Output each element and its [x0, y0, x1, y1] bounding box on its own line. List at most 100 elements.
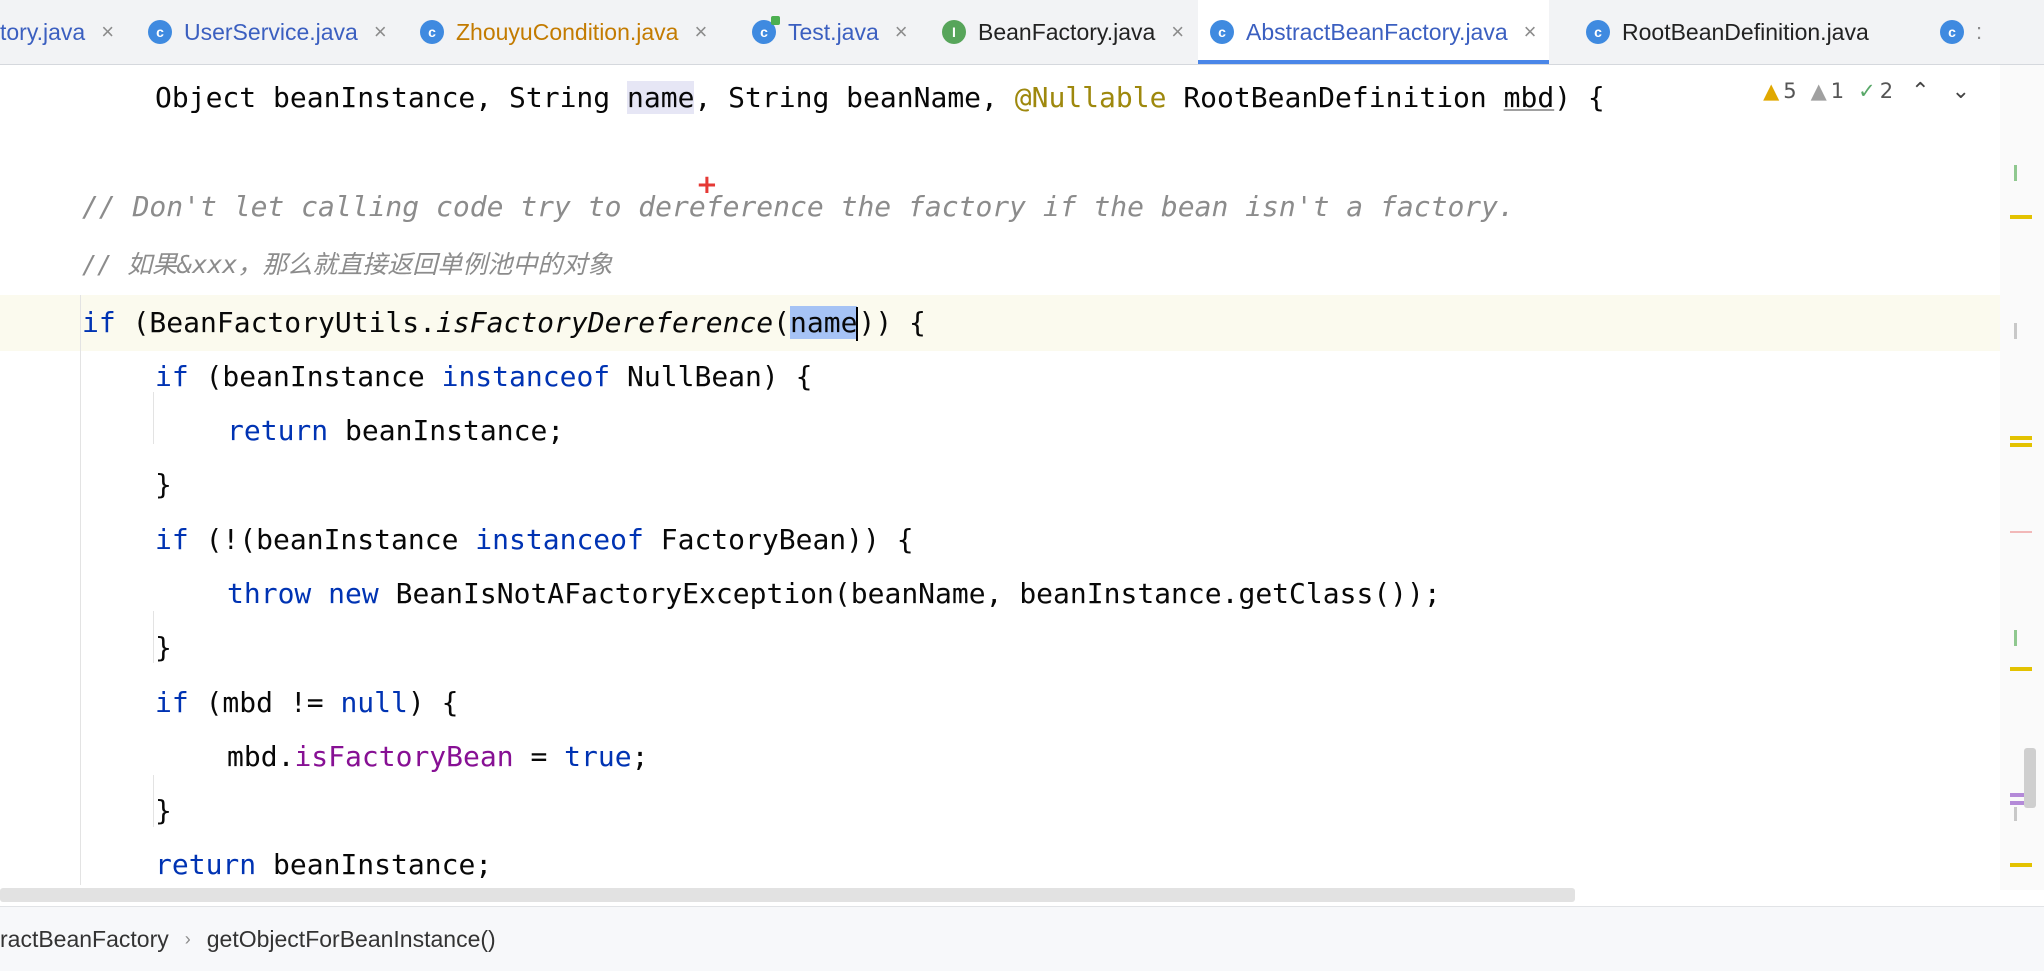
class-icon: c	[420, 20, 444, 44]
keyword-token: return	[227, 414, 329, 447]
indent-guide	[153, 392, 154, 444]
change-marker	[2014, 807, 2017, 821]
class-icon: c	[1940, 20, 1964, 44]
indent-guide	[80, 295, 81, 885]
change-marker	[2014, 323, 2017, 339]
breadcrumb: ractBeanFactory › getObjectForBeanInstan…	[0, 906, 2044, 971]
typo-count-value: 2	[1879, 79, 1894, 103]
code-token: (mbd !=	[188, 686, 341, 719]
keyword-token: if	[155, 360, 189, 393]
code-token: =	[513, 740, 565, 773]
tab-label: ZhouyuCondition.java	[456, 18, 679, 45]
field-token: isFactoryBean	[294, 740, 514, 773]
weak-warning-count-value: 1	[1830, 79, 1845, 103]
change-marker	[2014, 165, 2017, 181]
indent-guide	[153, 611, 154, 663]
weak-warning-count[interactable]: ▲ 1	[1811, 79, 1845, 103]
tab-userservice-java[interactable]: c UserService.java ×	[148, 0, 387, 64]
tab-abstractbeanfactory-java[interactable]: c AbstractBeanFactory.java ×	[1198, 0, 1549, 64]
breadcrumb-separator-icon: ›	[184, 928, 191, 949]
tab-beanfactory-java[interactable]: I BeanFactory.java ×	[942, 0, 1184, 64]
close-icon[interactable]: ×	[374, 19, 387, 45]
close-icon[interactable]: ×	[895, 19, 908, 45]
tab-label: UserService.java	[184, 18, 358, 45]
code-token: (	[773, 306, 791, 339]
weak-warning-icon: ▲	[1810, 79, 1827, 103]
comment-line[interactable]: // Don't let calling code try to derefer…	[82, 182, 1515, 232]
identifier-occurrence: name	[627, 81, 695, 114]
error-stripe[interactable]	[2000, 65, 2044, 890]
keyword-token: if	[155, 523, 189, 556]
tab-overflow[interactable]: c :	[1940, 0, 1982, 64]
previous-highlight-icon[interactable]: ⌃	[1907, 79, 1933, 104]
warning-marker[interactable]	[2010, 667, 2032, 671]
code-line[interactable]: Object beanInstance, String name, String…	[155, 73, 1605, 123]
code-line[interactable]: if (beanInstance instanceof NullBean) {	[155, 352, 812, 402]
class-icon: c	[1586, 20, 1610, 44]
test-class-icon: c	[752, 16, 780, 44]
inspections-widget[interactable]: ▲ 5 ▲ 1 ✓ 2 ⌃ ⌄	[1763, 71, 1974, 111]
code-line[interactable]: mbd.isFactoryBean = true;	[227, 732, 648, 782]
class-icon: c	[148, 20, 172, 44]
tab-factory-java[interactable]: tory.java ×	[0, 0, 114, 64]
code-line[interactable]: if (!(beanInstance instanceof FactoryBea…	[155, 515, 914, 565]
close-icon[interactable]: ×	[1171, 19, 1184, 45]
keyword-token: return	[155, 848, 257, 881]
next-highlight-icon[interactable]: ⌄	[1948, 79, 1974, 104]
tab-label: Test.java	[788, 18, 879, 45]
code-token: BeanIsNotAFactoryException(beanName, bea…	[378, 577, 1441, 610]
mouse-cursor-icon: +	[696, 170, 718, 200]
code-token: (!(beanInstance	[188, 523, 476, 556]
error-marker[interactable]	[2010, 531, 2032, 533]
change-marker	[2014, 630, 2017, 646]
code-line[interactable]: if (mbd != null) {	[155, 678, 458, 728]
vertical-scrollbar-thumb[interactable]	[2024, 748, 2036, 808]
warning-marker[interactable]	[2010, 215, 2032, 219]
indent-guide	[153, 775, 154, 827]
code-line[interactable]: }	[155, 623, 172, 673]
tab-zhouyucondition-java[interactable]: c ZhouyuCondition.java ×	[420, 0, 707, 64]
code-token: RootBeanDefinition	[1166, 81, 1504, 114]
typo-count[interactable]: ✓ 2	[1858, 79, 1893, 103]
breadcrumb-method[interactable]: getObjectForBeanInstance()	[207, 926, 496, 953]
tab-test-java[interactable]: c Test.java ×	[752, 0, 908, 64]
tab-label: AbstractBeanFactory.java	[1246, 18, 1508, 45]
close-icon[interactable]: ×	[1524, 19, 1537, 45]
keyword-token: true	[564, 740, 632, 773]
warning-marker[interactable]	[2010, 443, 2032, 447]
code-line[interactable]: throw new BeanIsNotAFactoryException(bea…	[227, 569, 1441, 619]
code-token: FactoryBean)) {	[643, 523, 914, 556]
code-token: beanInstance;	[328, 414, 565, 447]
comment-line[interactable]: // 如果&xxx，那么就直接返回单例池中的对象	[82, 240, 612, 290]
close-icon[interactable]: ×	[694, 19, 707, 45]
code-line[interactable]: }	[155, 460, 172, 510]
keyword-token: throw	[227, 577, 312, 610]
code-line[interactable]: return beanInstance;	[155, 840, 492, 890]
close-icon[interactable]: ×	[101, 19, 114, 45]
horizontal-scrollbar[interactable]	[0, 888, 1575, 902]
warning-count-value: 5	[1783, 79, 1797, 103]
code-token: mbd.	[227, 740, 295, 773]
interface-icon: I	[942, 20, 966, 44]
typo-check-icon: ✓	[1858, 79, 1876, 103]
code-token: , String beanName,	[694, 81, 1015, 114]
code-token: ) {	[407, 686, 459, 719]
warning-marker[interactable]	[2010, 863, 2032, 867]
keyword-token: null	[340, 686, 408, 719]
code-line[interactable]: }	[155, 786, 172, 836]
warning-icon: ▲	[1763, 79, 1780, 103]
code-line[interactable]: return beanInstance;	[227, 406, 564, 456]
warning-marker[interactable]	[2010, 436, 2032, 440]
warning-count[interactable]: ▲ 5	[1763, 79, 1797, 103]
keyword-token: if	[155, 686, 189, 719]
keyword-token: if	[82, 306, 116, 339]
tab-label: BeanFactory.java	[978, 18, 1156, 45]
selected-text: name	[790, 306, 858, 339]
tab-rootbeandefinition-java[interactable]: c RootBeanDefinition.java	[1586, 0, 1869, 64]
code-editor[interactable]: Object beanInstance, String name, String…	[0, 65, 2044, 902]
more-tabs-icon[interactable]: :	[1976, 19, 1982, 45]
breadcrumb-class[interactable]: ractBeanFactory	[0, 926, 169, 953]
code-token: (BeanFactoryUtils.	[115, 306, 437, 339]
code-token: Object beanInstance, String	[155, 81, 628, 114]
code-line[interactable]: if (BeanFactoryUtils.isFactoryDereferenc…	[82, 298, 926, 348]
